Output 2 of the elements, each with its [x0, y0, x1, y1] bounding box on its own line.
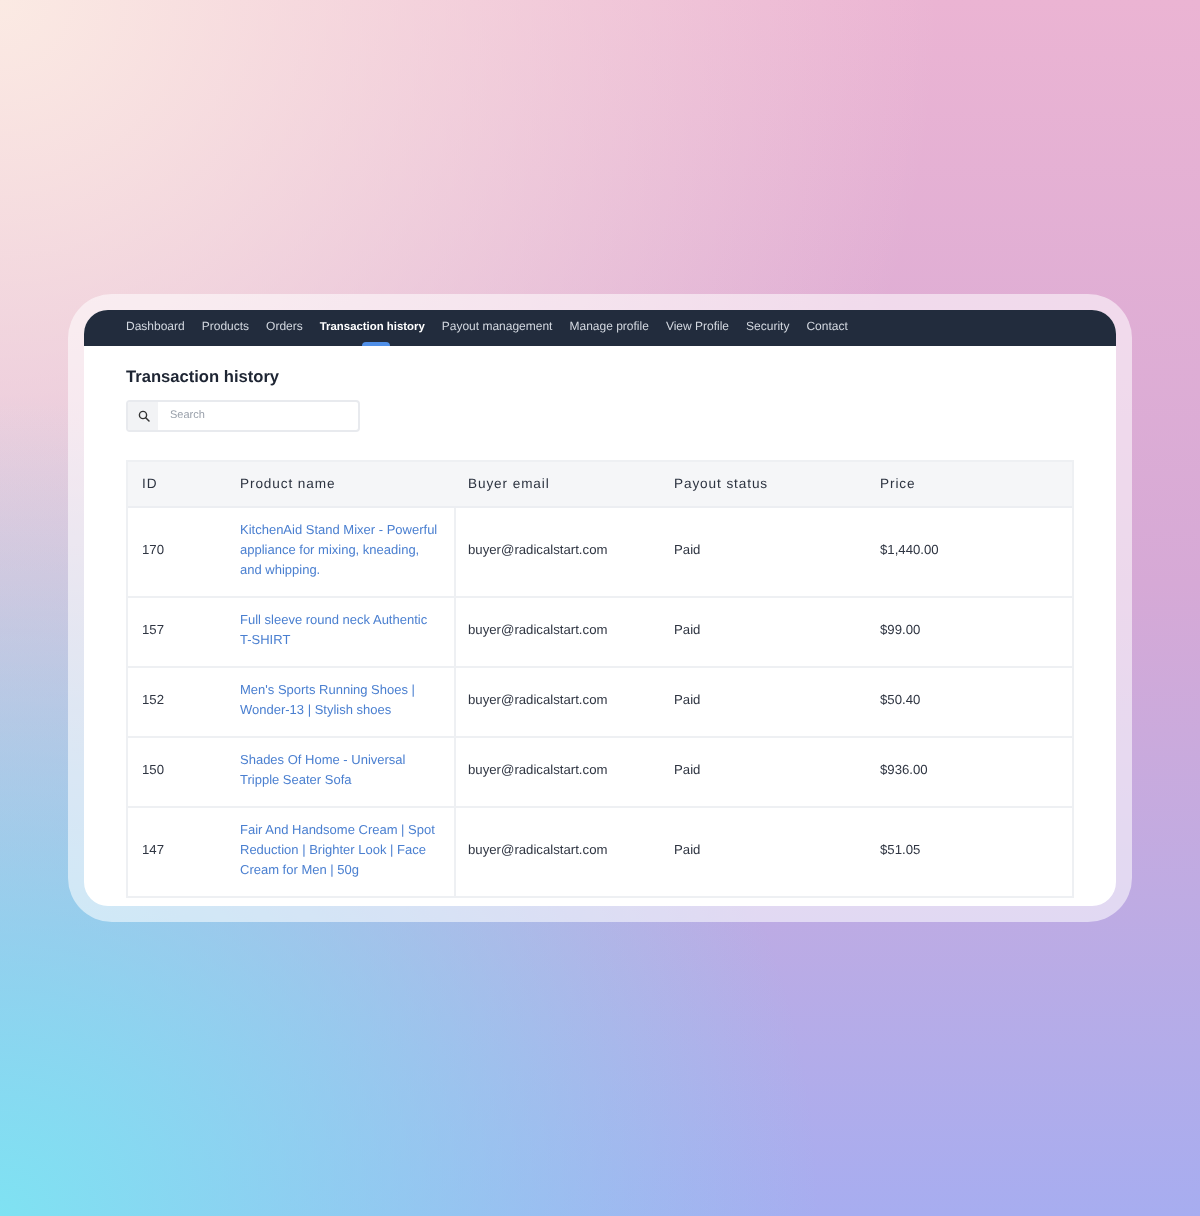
- search-icon: [128, 402, 158, 430]
- page-title: Transaction history: [126, 366, 282, 386]
